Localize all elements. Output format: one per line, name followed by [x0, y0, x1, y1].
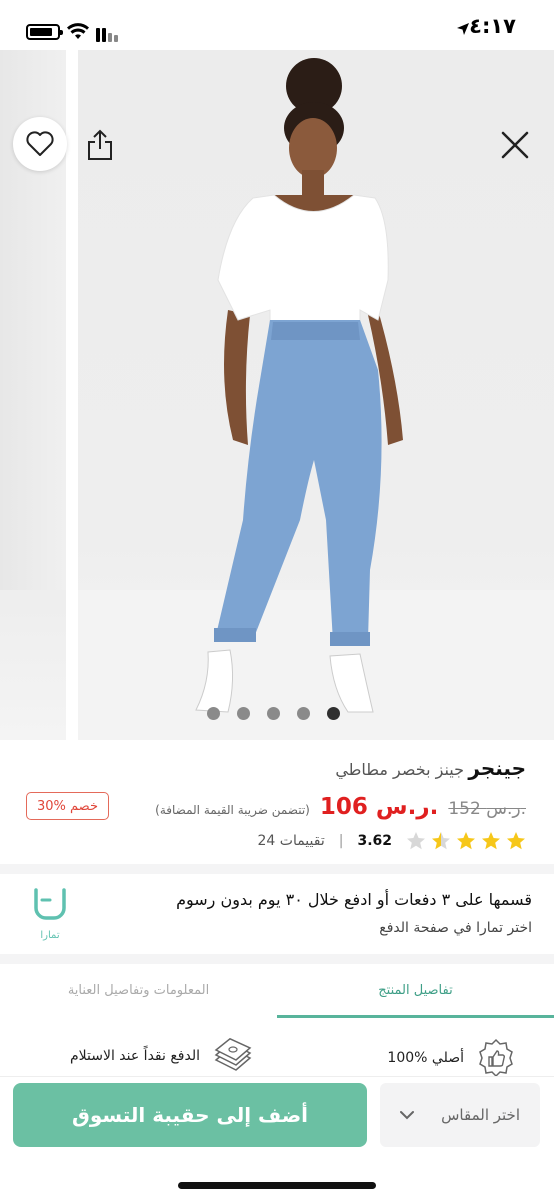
rating-value: 3.62 — [357, 833, 392, 849]
pagination-dot[interactable] — [207, 707, 220, 720]
home-indicator — [178, 1182, 376, 1189]
rating-count[interactable]: 24 تقييمات — [258, 833, 325, 849]
product-info: جينجر جينز بخصر مطاطي 152 ر.س. 106 ر.س. … — [0, 740, 554, 864]
pagination-dot-active[interactable] — [327, 707, 340, 720]
wishlist-button[interactable] — [13, 117, 67, 171]
tamara-logo: تمارا — [30, 886, 70, 942]
rating-separator: | — [338, 833, 344, 849]
feature-original: 100% أصلي — [387, 1038, 516, 1078]
gallery-pagination — [207, 707, 357, 720]
add-to-bag-button[interactable]: أضف إلى حقيبة التسوق — [13, 1083, 367, 1147]
pagination-dot[interactable] — [237, 707, 250, 720]
section-divider — [0, 864, 554, 874]
vat-note: (تتضمن ضريبة القيمة المضافة) — [155, 803, 310, 817]
pagination-dot[interactable] — [297, 707, 310, 720]
bottom-action-bar: أضف إلى حقيبة التسوق اختر المقاس — [0, 1076, 554, 1200]
star-half-icon — [432, 832, 450, 850]
signal-icon — [96, 24, 120, 42]
tamara-subtitle: اختر تمارا في صفحة الدفع — [379, 920, 532, 936]
old-price: 152 ر.س. — [448, 799, 526, 819]
cash-stack-icon — [214, 1038, 252, 1071]
sale-price: 106 ر.س. — [319, 794, 439, 820]
rating-row[interactable]: 3.62 | 24 تقييمات — [258, 830, 527, 852]
feature-cash-on-delivery: الدفع نقداً عند الاستلام — [70, 1038, 254, 1074]
status-bar: ٤:١٧ — [0, 0, 554, 50]
tamara-title: قسمها على ٣ دفعات أو ادفع خلال ٣٠ يوم بد… — [176, 890, 532, 909]
star-filled-icon — [507, 832, 525, 850]
heart-icon — [26, 131, 54, 156]
location-arrow-icon — [457, 23, 469, 35]
product-name: جينز بخصر مطاطي — [335, 760, 464, 779]
rating-stars — [406, 831, 526, 851]
product-image[interactable] — [78, 50, 554, 740]
status-time: ٤:١٧ — [469, 14, 516, 38]
price-row: 152 ر.س. 106 ر.س. (تتضمن ضريبة القيمة ال… — [155, 794, 526, 824]
star-filled-icon — [482, 832, 500, 850]
wifi-icon — [67, 23, 89, 39]
star-empty-icon — [407, 832, 425, 850]
tamara-logo-icon — [34, 888, 66, 920]
tab-care-info[interactable]: المعلومات وتفاصيل العناية — [0, 964, 277, 1016]
discount-badge: 30% خصم — [26, 792, 109, 820]
brand-name[interactable]: جينجر — [468, 756, 526, 780]
pagination-dot[interactable] — [267, 707, 280, 720]
model-photo — [78, 58, 554, 740]
close-icon[interactable] — [500, 130, 530, 160]
size-select-label: اختر المقاس — [441, 1106, 520, 1124]
product-features: 100% أصلي الدفع نقداً عند الاستلام — [0, 1018, 554, 1082]
chevron-down-icon — [400, 1111, 414, 1120]
product-tabs: تفاصيل المنتج المعلومات وتفاصيل العناية — [0, 954, 554, 1018]
badge-thumbs-up-icon — [479, 1038, 513, 1078]
star-filled-icon — [457, 832, 475, 850]
size-select[interactable]: اختر المقاس — [380, 1083, 540, 1147]
tamara-logo-text: تمارا — [40, 930, 60, 941]
product-gallery[interactable] — [0, 50, 554, 740]
feature-cod-label: الدفع نقداً عند الاستلام — [70, 1048, 200, 1064]
feature-original-label: 100% أصلي — [387, 1050, 464, 1066]
battery-icon — [26, 24, 63, 40]
tab-product-details[interactable]: تفاصيل المنتج — [277, 964, 554, 1018]
tamara-banner[interactable]: قسمها على ٣ دفعات أو ادفع خلال ٣٠ يوم بد… — [0, 874, 554, 954]
share-icon[interactable] — [84, 128, 116, 162]
